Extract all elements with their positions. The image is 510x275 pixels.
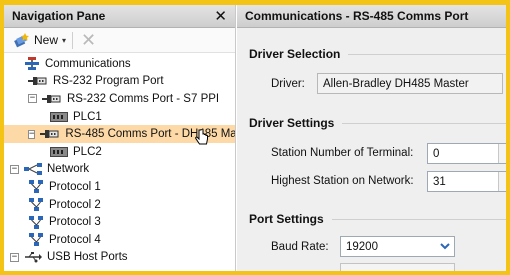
new-button[interactable]: New ▾ (13, 32, 66, 48)
collapse-icon[interactable]: − (28, 129, 36, 139)
highest-station-input[interactable]: 31 (427, 171, 506, 192)
highest-station-value: 31 (433, 175, 446, 188)
driver-label: Driver: (271, 78, 305, 90)
driver-selection-section: Driver Selection (249, 47, 506, 61)
station-number-value: 0 (433, 147, 440, 160)
port-settings-heading: Port Settings (249, 212, 324, 226)
app-window: Navigation Pane ✕ New ▾ ✕ Communications… (4, 5, 506, 271)
driver-settings-heading: Driver Settings (249, 116, 335, 130)
section-divider (342, 122, 506, 124)
tree-item[interactable]: − RS-232 Comms Port - S7 PPI (4, 90, 235, 108)
station-number-label: Station Number of Terminal: (271, 147, 414, 159)
station-number-input[interactable]: 0 (427, 143, 506, 164)
delete-icon[interactable]: ✕ (81, 31, 96, 49)
usb-icon (24, 251, 42, 263)
baud-rate-value: 19200 (346, 240, 378, 253)
baud-rate-label: Baud Rate: (271, 241, 329, 253)
driver-selection-heading: Driver Selection (249, 47, 341, 61)
tree-item-label: RS-232 Program Port (53, 75, 164, 88)
navigation-pane-title: Navigation Pane (12, 9, 106, 23)
highest-station-label: Highest Station on Network: (271, 175, 414, 187)
tree-item[interactable]: Communications (4, 55, 235, 73)
section-divider (331, 218, 506, 220)
navigation-pane-header: Navigation Pane ✕ (4, 5, 235, 28)
plc-device-icon (50, 146, 68, 157)
tree-item-label: Protocol 3 (49, 216, 101, 229)
chevron-down-icon[interactable] (438, 239, 452, 254)
tree-item-label: PLC2 (73, 145, 102, 158)
protocol-icon (28, 179, 44, 194)
collapse-icon[interactable]: − (10, 252, 19, 262)
protocol-icon (28, 215, 44, 230)
tree-item-label: RS-232 Comms Port - S7 PPI (67, 92, 220, 105)
tree-item[interactable]: PLC1 (4, 108, 235, 126)
tree-item[interactable]: Protocol 3 (4, 213, 235, 231)
collapse-icon[interactable]: − (10, 164, 19, 174)
navigation-toolbar: New ▾ ✕ (4, 28, 235, 53)
tree-item[interactable]: − RS-485 Comms Port - DH485 Mas (4, 125, 236, 145)
tree-item[interactable]: − Network (4, 161, 235, 179)
collapse-icon[interactable]: − (28, 94, 37, 104)
station-number-stepper[interactable] (498, 144, 506, 163)
protocol-icon (28, 232, 44, 247)
tree-item-label: Network (47, 163, 90, 176)
new-button-label: New (34, 33, 59, 47)
navigation-pane: Navigation Pane ✕ New ▾ ✕ Communications… (4, 5, 236, 271)
properties-panel: Communications - RS-485 Comms Port Drive… (237, 5, 506, 271)
driver-settings-section: Driver Settings (249, 116, 506, 130)
serial-port-icon (40, 128, 60, 140)
highest-station-stepper[interactable] (498, 172, 506, 191)
tree-item-label: RS-485 Comms Port - DH485 Mas (65, 128, 236, 141)
tree-item-label: Communications (45, 57, 131, 70)
protocol-icon (28, 197, 44, 212)
baud-rate-select[interactable]: 19200 (340, 236, 455, 257)
tree-item[interactable]: Protocol 4 (4, 231, 235, 249)
plc-device-icon (50, 111, 68, 122)
chevron-down-icon[interactable]: ▾ (62, 36, 66, 45)
tree-item-label: USB Host Ports (47, 251, 128, 264)
network-icon (24, 162, 42, 176)
toolbar-divider (72, 31, 74, 49)
communications-icon (24, 56, 40, 71)
tree-item[interactable]: Protocol 1 (4, 178, 235, 196)
driver-select[interactable]: Allen-Bradley DH485 Master (317, 73, 503, 94)
close-icon[interactable]: ✕ (214, 9, 227, 24)
tree-item-label: Protocol 2 (49, 198, 101, 211)
tree-item-label: Protocol 1 (49, 180, 101, 193)
tree-item[interactable]: RS-232 Program Port (4, 73, 235, 91)
serial-port-icon (42, 93, 62, 105)
panel-title: Communications - RS-485 Comms Port (237, 5, 506, 28)
port-settings-section: Port Settings (249, 212, 506, 226)
tree-item-label: PLC1 (73, 110, 102, 123)
tree-item[interactable]: Protocol 2 (4, 196, 235, 214)
tree-item-label: Protocol 4 (49, 233, 101, 246)
driver-value: Allen-Bradley DH485 Master (323, 77, 469, 90)
section-divider (348, 53, 506, 55)
next-setting-select[interactable] (340, 263, 455, 271)
serial-port-icon (28, 75, 48, 87)
tree-item[interactable]: − USB Host Ports (4, 249, 235, 267)
tree-item[interactable]: PLC2 (4, 143, 235, 161)
new-item-icon (14, 33, 29, 48)
navigation-tree: Communications RS-232 Program Port − RS-232… (4, 53, 235, 266)
